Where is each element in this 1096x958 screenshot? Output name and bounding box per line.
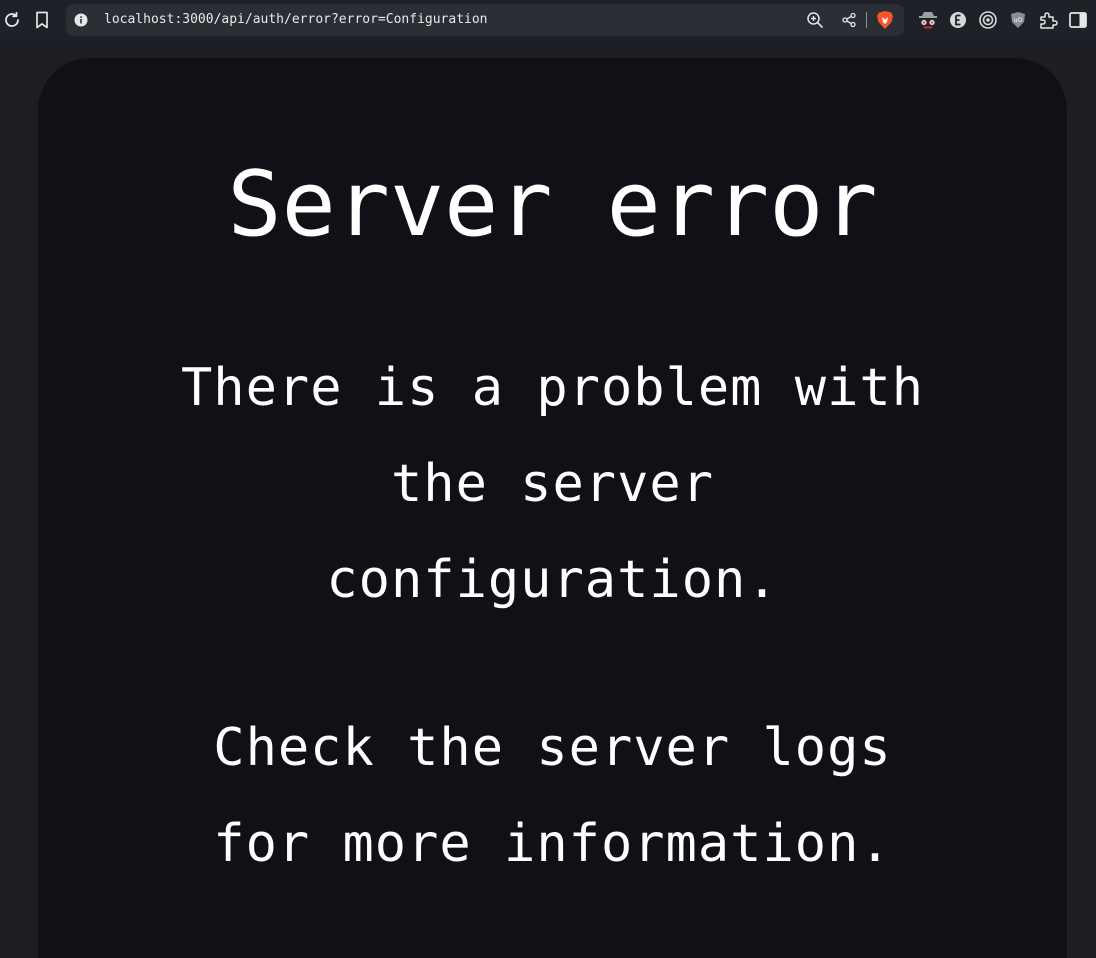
sidebar-toggle-icon[interactable] <box>1066 8 1090 32</box>
target-icon[interactable] <box>976 8 1000 32</box>
ublock-origin-icon[interactable]: uO <box>1006 8 1030 32</box>
reload-icon[interactable] <box>0 8 24 32</box>
incognito-glasses-icon[interactable] <box>916 8 940 32</box>
info-icon[interactable] <box>69 8 93 32</box>
error-card: Server error There is a problem with the… <box>38 58 1067 958</box>
zoom-in-icon[interactable] <box>803 8 827 32</box>
error-hint: Check the server logs for more informati… <box>213 718 892 874</box>
error-message: There is a problem with the server confi… <box>180 358 925 610</box>
puzzle-extensions-icon[interactable] <box>1036 8 1060 32</box>
svg-text:uO: uO <box>1014 17 1023 24</box>
share-icon[interactable] <box>837 8 861 32</box>
page-title: Server error <box>227 152 878 257</box>
browser-toolbar: localhost:3000/api/auth/error?error=Conf… <box>0 0 1096 40</box>
brave-shields-icon[interactable] <box>873 8 897 32</box>
address-bar[interactable]: localhost:3000/api/auth/error?error=Conf… <box>66 4 904 36</box>
extension-e-icon[interactable] <box>946 8 970 32</box>
page-viewport: Server error There is a problem with the… <box>0 40 1096 958</box>
urlbar-divider <box>866 12 867 28</box>
bookmark-icon[interactable] <box>30 8 54 32</box>
url-text: localhost:3000/api/auth/error?error=Conf… <box>104 12 488 27</box>
